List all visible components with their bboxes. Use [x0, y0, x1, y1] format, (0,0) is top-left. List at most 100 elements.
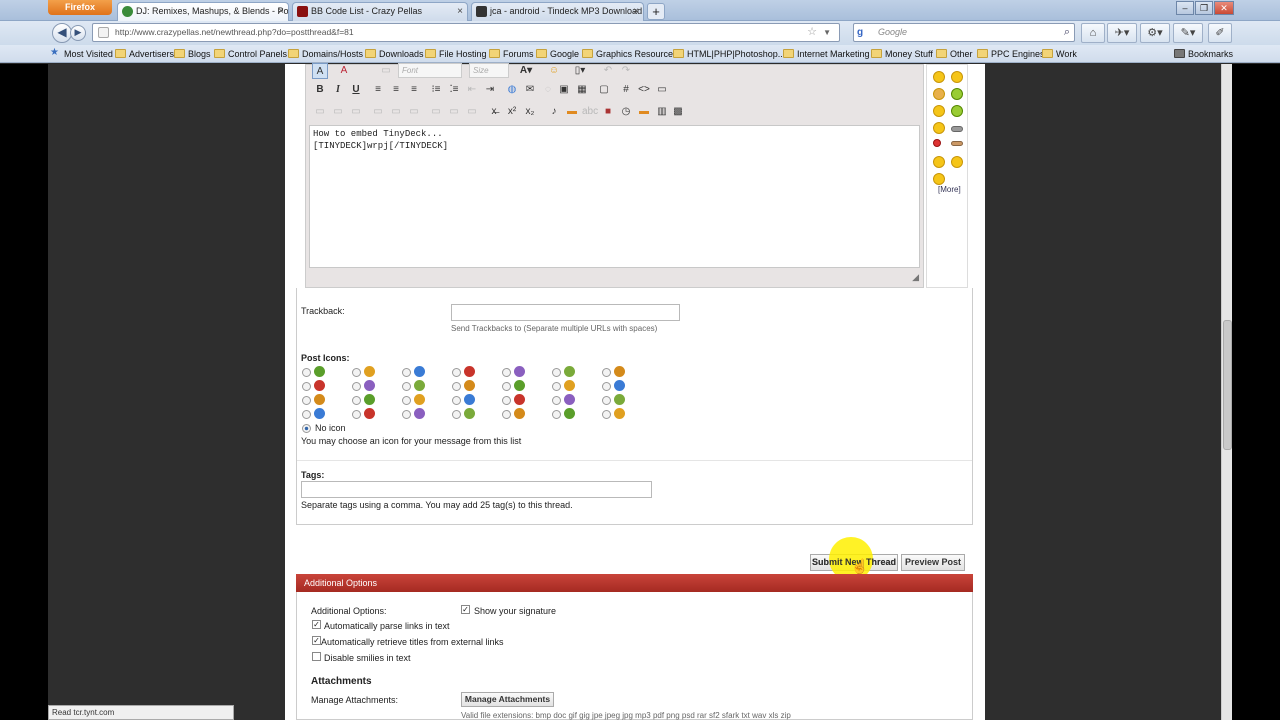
post-icon-radio[interactable] [552, 410, 561, 419]
post-icon-option[interactable] [302, 366, 346, 378]
disable-smilies-checkbox[interactable] [312, 652, 321, 661]
bookmark-folder[interactable]: Control Panels [214, 48, 287, 61]
post-icon-radio[interactable] [302, 368, 311, 377]
table-icon[interactable]: ▭ [312, 104, 328, 120]
page-scrollbar[interactable] [1221, 64, 1232, 720]
manage-attachments-button[interactable]: Manage Attachments [461, 692, 554, 707]
bookmark-most-visited[interactable]: ★ Most Visited [50, 47, 113, 61]
align-left-icon[interactable]: ≡ [370, 82, 386, 98]
strike-icon[interactable]: x̶ [486, 104, 502, 120]
post-icon-option[interactable] [302, 408, 346, 420]
tab-tindeck[interactable]: jca - android - Tindeck MP3 Download × [471, 2, 644, 21]
smilie-icon[interactable] [933, 71, 945, 83]
underline-icon[interactable]: U [348, 82, 364, 98]
smilie-icon[interactable] [951, 105, 963, 117]
bookmark-folder[interactable]: Advertisers [115, 48, 174, 61]
highlight-icon[interactable]: ▭ [406, 104, 422, 120]
smilie-icon[interactable] [933, 122, 945, 134]
post-icon-radio[interactable] [302, 410, 311, 419]
tab-dj-remixes[interactable]: DJ: Remixes, Mashups, & Blends - Po... × [117, 2, 289, 21]
smilie-icon[interactable] [951, 88, 963, 100]
subscript-icon[interactable]: x₂ [522, 104, 538, 120]
post-icon-option[interactable] [402, 366, 446, 378]
tools-button[interactable]: ✈▾ [1107, 23, 1137, 43]
bookmark-folder[interactable]: Forums [489, 48, 534, 61]
additional-options-header[interactable]: Additional Options [296, 574, 973, 592]
smilie-icon[interactable] [933, 156, 945, 168]
pen-tool-button[interactable]: ✎▾ [1173, 23, 1203, 43]
post-icon-option[interactable] [402, 380, 446, 392]
abbr-icon[interactable]: abc [582, 104, 598, 120]
more-smilies-link[interactable]: [More] [938, 185, 961, 194]
email-icon[interactable]: ✉ [522, 82, 538, 98]
post-icon-option[interactable] [502, 380, 546, 392]
url-bar[interactable]: http://www.crazypellas.net/newthread.php… [92, 23, 840, 42]
post-icon-radio[interactable] [402, 368, 411, 377]
align-center-icon[interactable]: ≡ [388, 82, 404, 98]
outdent-icon[interactable]: ⇤ [464, 82, 480, 98]
quote-icon[interactable]: ▢ [596, 82, 612, 98]
smilie-icon[interactable] [951, 126, 963, 132]
bookmark-folder[interactable]: Domains/Hosts [288, 48, 363, 61]
bold-icon[interactable]: B [312, 82, 328, 98]
undo-icon[interactable]: ↶ [600, 63, 616, 79]
font-select[interactable]: Font [398, 63, 462, 78]
close-window-button[interactable]: ✕ [1214, 1, 1234, 15]
trackback-input[interactable] [451, 304, 680, 321]
bookmark-folder[interactable]: Downloads [365, 48, 424, 61]
preview-post-button[interactable]: Preview Post [901, 554, 965, 571]
post-icon-option[interactable] [552, 366, 596, 378]
post-icon-option[interactable] [352, 394, 396, 406]
post-icon-option[interactable] [602, 366, 646, 378]
unordered-list-icon[interactable]: ⁚≡ [446, 82, 462, 98]
bookmark-folder[interactable]: PPC Engines [977, 48, 1045, 61]
ordered-list-icon[interactable]: ⁝≡ [428, 82, 444, 98]
hash-icon[interactable]: # [618, 82, 634, 98]
smilie-icon[interactable] [951, 71, 963, 83]
code-icon[interactable]: <> [636, 82, 652, 98]
tags-input[interactable] [301, 481, 652, 498]
post-icon-radio[interactable] [502, 410, 511, 419]
post-icon-radio[interactable] [452, 368, 461, 377]
gear-icon[interactable]: ⚙▾ [1140, 23, 1170, 43]
post-icon-option[interactable] [602, 408, 646, 420]
post-icon-radio[interactable] [602, 382, 611, 391]
italic-icon[interactable]: I [330, 82, 346, 98]
unlink-icon[interactable]: ◌ [540, 82, 556, 98]
paste-icon[interactable]: ▭ [378, 63, 394, 79]
size-select[interactable]: Size [469, 63, 509, 78]
bookmark-folder[interactable]: Other [936, 48, 973, 61]
remove-format-icon[interactable]: A [336, 63, 352, 79]
post-icon-option[interactable] [352, 380, 396, 392]
bookmarks-menu[interactable]: Bookmarks [1174, 48, 1233, 61]
font-color-icon[interactable]: A▾ [518, 63, 534, 79]
post-icon-radio[interactable] [402, 382, 411, 391]
post-icon-option[interactable] [302, 380, 346, 392]
bookmark-folder[interactable]: Internet Marketing [783, 48, 870, 61]
post-icon-option[interactable] [352, 366, 396, 378]
post-icon-option[interactable] [552, 408, 596, 420]
scrollbar-thumb[interactable] [1223, 320, 1232, 450]
post-icon-option[interactable] [452, 394, 496, 406]
post-icon-radio[interactable] [502, 396, 511, 405]
post-icon-radio[interactable] [402, 410, 411, 419]
resize-handle-icon[interactable]: ◢ [912, 272, 919, 283]
search-bar[interactable]: g Google ⌕ [853, 23, 1075, 42]
post-icon-option[interactable] [452, 380, 496, 392]
justify-icon[interactable]: ▭ [428, 104, 444, 120]
bookmark-folder[interactable]: HTML|PHP|Photoshop... [673, 48, 785, 61]
minimize-button[interactable]: – [1176, 1, 1194, 15]
close-tab-icon[interactable]: × [457, 3, 463, 20]
post-icon-option[interactable] [602, 394, 646, 406]
bookmark-folder[interactable]: Work [1042, 48, 1077, 61]
media-icon[interactable]: ▥ [654, 104, 670, 120]
post-icon-radio[interactable] [352, 396, 361, 405]
spoiler-icon[interactable]: ▭ [388, 104, 404, 120]
tab-bb-code-list[interactable]: BB Code List - Crazy Pellas × [292, 2, 468, 21]
superscript-icon[interactable]: x² [504, 104, 520, 120]
post-icon-radio[interactable] [552, 368, 561, 377]
smilie-icon[interactable] [933, 139, 941, 147]
post-icon-radio[interactable] [352, 368, 361, 377]
sup-icon[interactable]: ▭ [464, 104, 480, 120]
indent-icon[interactable]: ⇥ [482, 82, 498, 98]
